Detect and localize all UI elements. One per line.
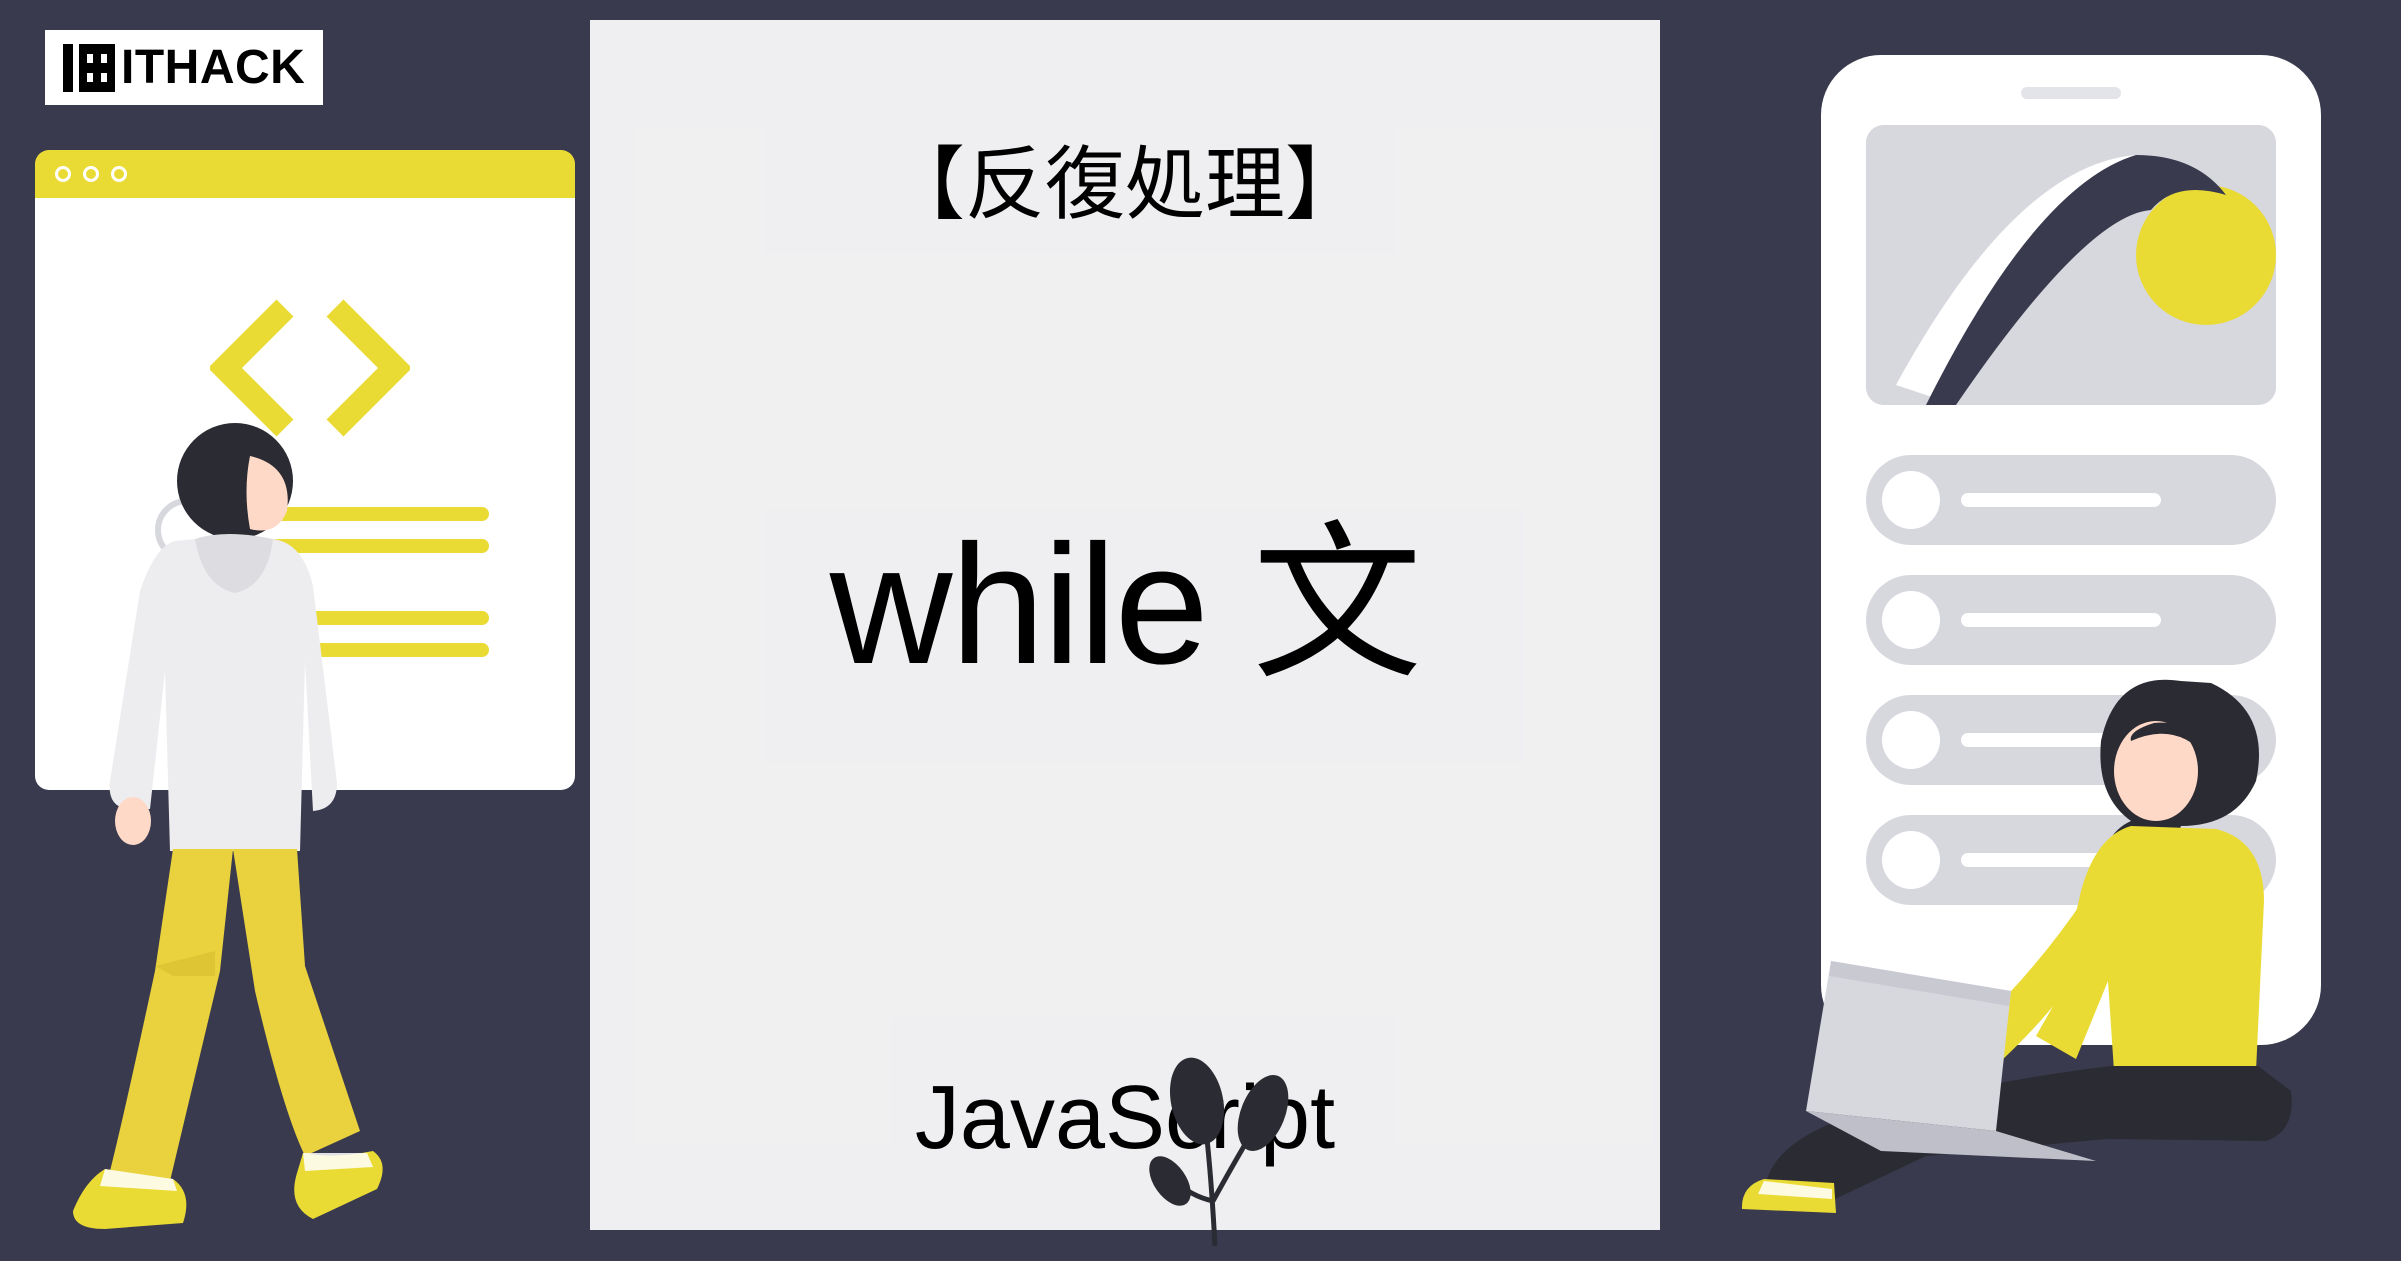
plant-illustration [1135, 1051, 1295, 1251]
window-dot-icon [111, 166, 127, 182]
logo-badge: ITHACK [45, 30, 323, 105]
browser-titlebar [35, 150, 575, 198]
phone-list-item [1866, 575, 2276, 665]
card-subtitle: 【反復処理】 [885, 120, 1365, 236]
logo-icon [63, 44, 115, 92]
card-title: while 文 [830, 466, 1421, 712]
person-sitting-illustration [1736, 661, 2386, 1221]
person-walking-illustration [55, 411, 385, 1231]
logo-text: ITHACK [121, 40, 305, 95]
window-dot-icon [83, 166, 99, 182]
phone-list-item [1866, 455, 2276, 545]
phone-hero-image [1866, 125, 2276, 405]
title-card: 【反復処理】 while 文 JavaScript [590, 20, 1660, 1230]
window-dot-icon [55, 166, 71, 182]
